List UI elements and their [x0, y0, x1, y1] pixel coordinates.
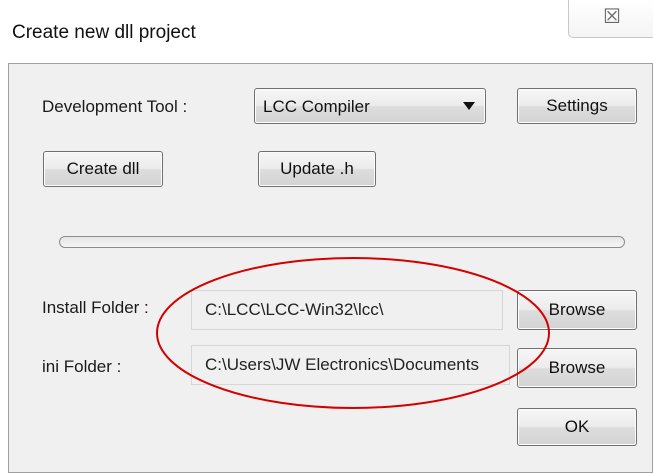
- close-icon[interactable]: ☒: [603, 4, 621, 28]
- update-h-button[interactable]: Update .h: [258, 151, 376, 187]
- ini-browse-button[interactable]: Browse: [517, 348, 637, 388]
- chevron-down-icon[interactable]: [463, 102, 475, 110]
- install-browse-button[interactable]: Browse: [517, 290, 637, 330]
- install-folder-label: Install Folder :: [42, 298, 149, 317]
- development-tool-dropdown[interactable]: LCC Compiler: [254, 88, 486, 124]
- ok-button[interactable]: OK: [517, 408, 637, 446]
- install-folder-field[interactable]: C:\LCC\LCC-Win32\lcc\: [191, 290, 503, 330]
- settings-button[interactable]: Settings: [517, 88, 637, 124]
- close-button[interactable]: ☒: [568, 0, 653, 38]
- ini-folder-field[interactable]: C:\Users\JW Electronics\Documents: [191, 345, 510, 385]
- development-tool-selected: LCC Compiler: [263, 97, 370, 116]
- progress-bar: [59, 236, 625, 248]
- create-dll-button[interactable]: Create dll: [43, 151, 163, 187]
- development-tool-label: Development Tool :: [42, 97, 188, 116]
- window-title: Create new dll project: [12, 22, 196, 43]
- ini-folder-label: ini Folder :: [42, 357, 122, 376]
